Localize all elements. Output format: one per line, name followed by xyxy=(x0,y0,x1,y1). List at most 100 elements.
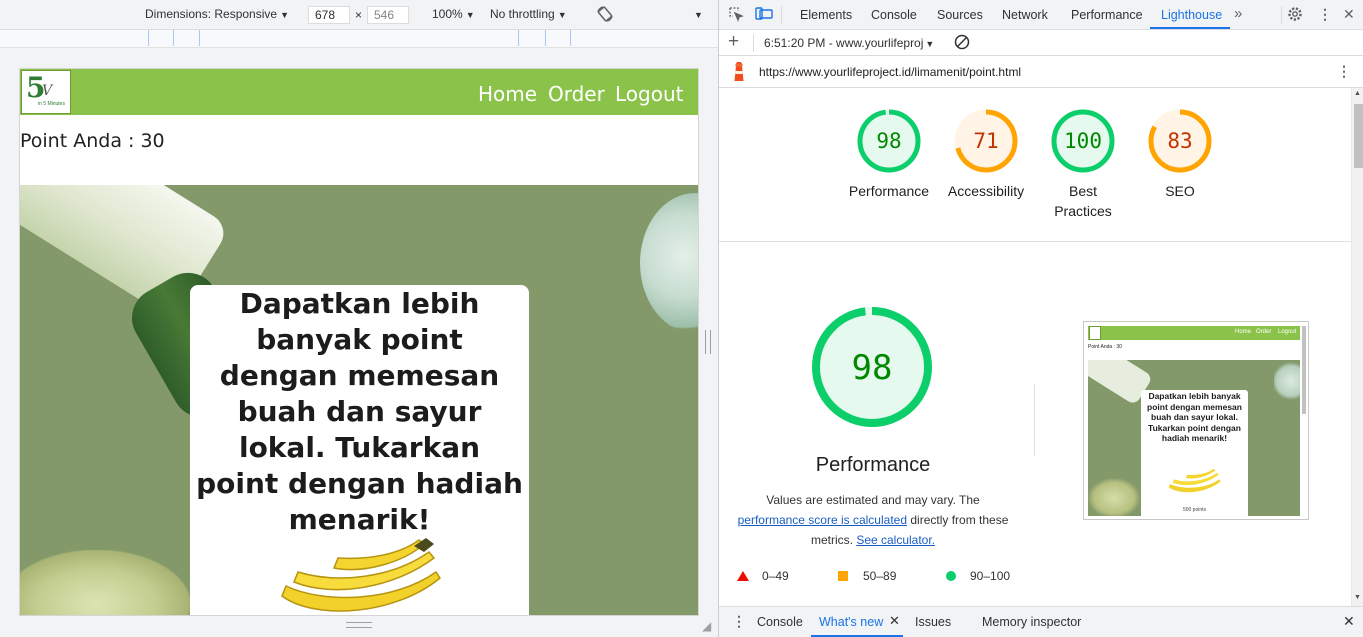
pass-circle-icon xyxy=(946,571,956,581)
toolbar-divider xyxy=(753,34,754,52)
gauge-seo[interactable]: 83 SEO xyxy=(1135,107,1225,201)
tab-lighthouse[interactable]: Lighthouse xyxy=(1161,8,1222,22)
page-viewport: 5 V in 5 Minutes Home Order Logout Point… xyxy=(20,69,698,615)
more-tabs-icon[interactable]: » xyxy=(1234,5,1242,22)
media-query-ruler xyxy=(0,30,718,48)
banana-image xyxy=(281,538,441,612)
legend-average: 50–89 xyxy=(863,569,897,583)
height-input[interactable]: 546 xyxy=(367,6,409,24)
thumb-logo xyxy=(1089,326,1101,340)
gauge-label: SEO xyxy=(1165,183,1195,199)
ruler-mark xyxy=(570,30,571,46)
dimensions-dropdown[interactable]: Dimensions: Responsive ▼ xyxy=(145,7,289,21)
inspect-element-icon[interactable] xyxy=(728,6,744,25)
tab-performance[interactable]: Performance xyxy=(1071,8,1143,22)
performance-heading: Performance xyxy=(815,454,931,476)
scrollbar-thumb[interactable] xyxy=(1354,104,1363,168)
drawer-tab-console[interactable]: Console xyxy=(757,615,803,629)
thumb-banana-image xyxy=(1168,468,1221,493)
gauge-best-practices[interactable]: 100 Best Practices xyxy=(1038,107,1128,221)
device-toolbar: Dimensions: Responsive ▼ 678 × 546 100% ▼ … xyxy=(0,0,718,30)
device-toggle-icon[interactable] xyxy=(755,6,773,25)
performance-big-score: 98 xyxy=(852,348,893,388)
legend-pass: 90–100 xyxy=(970,569,1011,583)
gauge-accessibility[interactable]: 71 Accessibility xyxy=(941,107,1031,201)
svg-text:100: 100 xyxy=(1064,129,1102,153)
legend-fail: 0–49 xyxy=(762,569,789,583)
drawer-menu-kebab-icon[interactable]: ⋮ xyxy=(732,613,746,630)
site-logo[interactable]: 5 V in 5 Minutes xyxy=(21,70,71,114)
hero-banner: Dapatkan lebih banyak point dengan memes… xyxy=(20,185,698,615)
score-legend: 0–49 50–89 90–100 xyxy=(737,566,1037,586)
more-options-arrow-icon[interactable]: ▼ xyxy=(694,10,703,20)
zoom-dropdown[interactable]: 100% ▼ xyxy=(432,7,475,21)
page-screenshot-thumbnail[interactable]: Home Order Logout Point Anda : 30 Dapatk… xyxy=(1083,321,1309,520)
performance-description: Values are estimated and may vary. The p… xyxy=(737,493,1009,547)
see-calculator-link[interactable]: See calculator. xyxy=(856,533,935,547)
dropdown-arrow-icon: ▼ xyxy=(280,10,289,20)
drawer-tab-whats-new[interactable]: What's new xyxy=(819,615,883,629)
lighthouse-icon xyxy=(734,62,744,81)
tab-console[interactable]: Console xyxy=(871,8,917,22)
thumb-point-text: Point Anda : 30 xyxy=(1088,344,1122,350)
report-url-bar: https://www.yourlifeproject.id/limamenit… xyxy=(719,56,1363,88)
drawer-tab-issues[interactable]: Issues xyxy=(915,615,951,629)
ruler-mark xyxy=(199,30,200,46)
average-square-icon xyxy=(838,571,848,581)
ruler-mark xyxy=(148,30,149,46)
nav-order-link[interactable]: Order xyxy=(548,82,605,106)
lighthouse-toolbar: + 6:51:20 PM - www.yourlifeproj ▼ xyxy=(719,30,1363,56)
throttling-dropdown[interactable]: No throttling ▼ xyxy=(490,7,567,21)
thumb-promo-card: Dapatkan lebih banyak point dengan memes… xyxy=(1141,390,1248,516)
lettuce-image xyxy=(20,550,190,615)
gauge-ring: 100 xyxy=(1051,109,1115,173)
report-url: https://www.yourlifeproject.id/limamenit… xyxy=(759,65,1022,79)
nav-logout-link[interactable]: Logout xyxy=(615,82,683,106)
fail-triangle-icon xyxy=(737,571,749,581)
gauge-ring: 98 xyxy=(857,109,921,173)
device-emulation-pane: Dimensions: Responsive ▼ 678 × 546 100% ▼ … xyxy=(0,0,718,637)
dropdown-arrow-icon: ▼ xyxy=(557,10,567,20)
report-scrollbar[interactable]: ▲ ▼ xyxy=(1351,88,1363,606)
devtools-drawer: ⋮ Console What's new ✕ Issues Memory ins… xyxy=(719,606,1363,637)
resize-handle-bottom[interactable] xyxy=(346,622,372,628)
score-calculated-link[interactable]: performance score is calculated xyxy=(738,513,907,527)
drawer-tab-memory-inspector[interactable]: Memory inspector xyxy=(982,615,1081,629)
performance-big-gauge: 98 xyxy=(812,307,932,427)
thumb-hero: Dapatkan lebih banyak point dengan memes… xyxy=(1088,360,1300,516)
active-tab-indicator xyxy=(1150,27,1230,29)
width-input[interactable]: 678 xyxy=(308,6,350,24)
tab-elements[interactable]: Elements xyxy=(800,8,852,22)
close-devtools-icon[interactable]: ✕ xyxy=(1343,6,1355,23)
toolbar-divider xyxy=(1281,6,1282,24)
gauge-performance[interactable]: 98 Performance xyxy=(844,107,934,201)
resize-handle-right[interactable] xyxy=(705,330,711,354)
gauge-ring: 83 xyxy=(1148,109,1212,173)
close-tab-icon[interactable]: ✕ xyxy=(889,613,900,629)
settings-gear-icon[interactable] xyxy=(1287,6,1303,25)
svg-text:71: 71 xyxy=(973,129,998,153)
report-selector-dropdown[interactable]: 6:51:20 PM - www.yourlifeproj ▼ xyxy=(764,36,934,50)
section-divider xyxy=(719,241,1351,242)
scroll-up-arrow-icon[interactable]: ▲ xyxy=(1354,90,1361,97)
vertical-divider xyxy=(1034,384,1035,456)
gauge-label: Performance xyxy=(848,183,930,199)
new-report-plus-icon[interactable]: + xyxy=(728,31,739,53)
tab-sources[interactable]: Sources xyxy=(937,8,983,22)
rotate-icon[interactable] xyxy=(596,5,614,26)
report-menu-kebab-icon[interactable]: ⋮ xyxy=(1337,63,1351,80)
lighthouse-report: 98 Performance 71 Accessibility 100 Best… xyxy=(719,88,1351,606)
cabbage-image xyxy=(640,193,698,333)
site-navbar: 5 V in 5 Minutes Home Order Logout xyxy=(20,69,698,115)
kebab-menu-icon[interactable]: ⋮ xyxy=(1318,6,1332,23)
close-drawer-icon[interactable]: ✕ xyxy=(1343,613,1355,630)
resize-corner-icon[interactable]: ◢ xyxy=(702,619,711,633)
ruler-mark xyxy=(173,30,174,46)
scroll-down-arrow-icon[interactable]: ▼ xyxy=(1354,594,1361,601)
clear-reports-icon[interactable] xyxy=(954,34,970,53)
point-balance: Point Anda : 30 xyxy=(20,130,165,152)
tab-network[interactable]: Network xyxy=(1002,8,1048,22)
svg-text:83: 83 xyxy=(1167,129,1192,153)
promo-card: Dapatkan lebih banyak point dengan memes… xyxy=(190,285,529,615)
nav-home-link[interactable]: Home xyxy=(478,82,537,106)
